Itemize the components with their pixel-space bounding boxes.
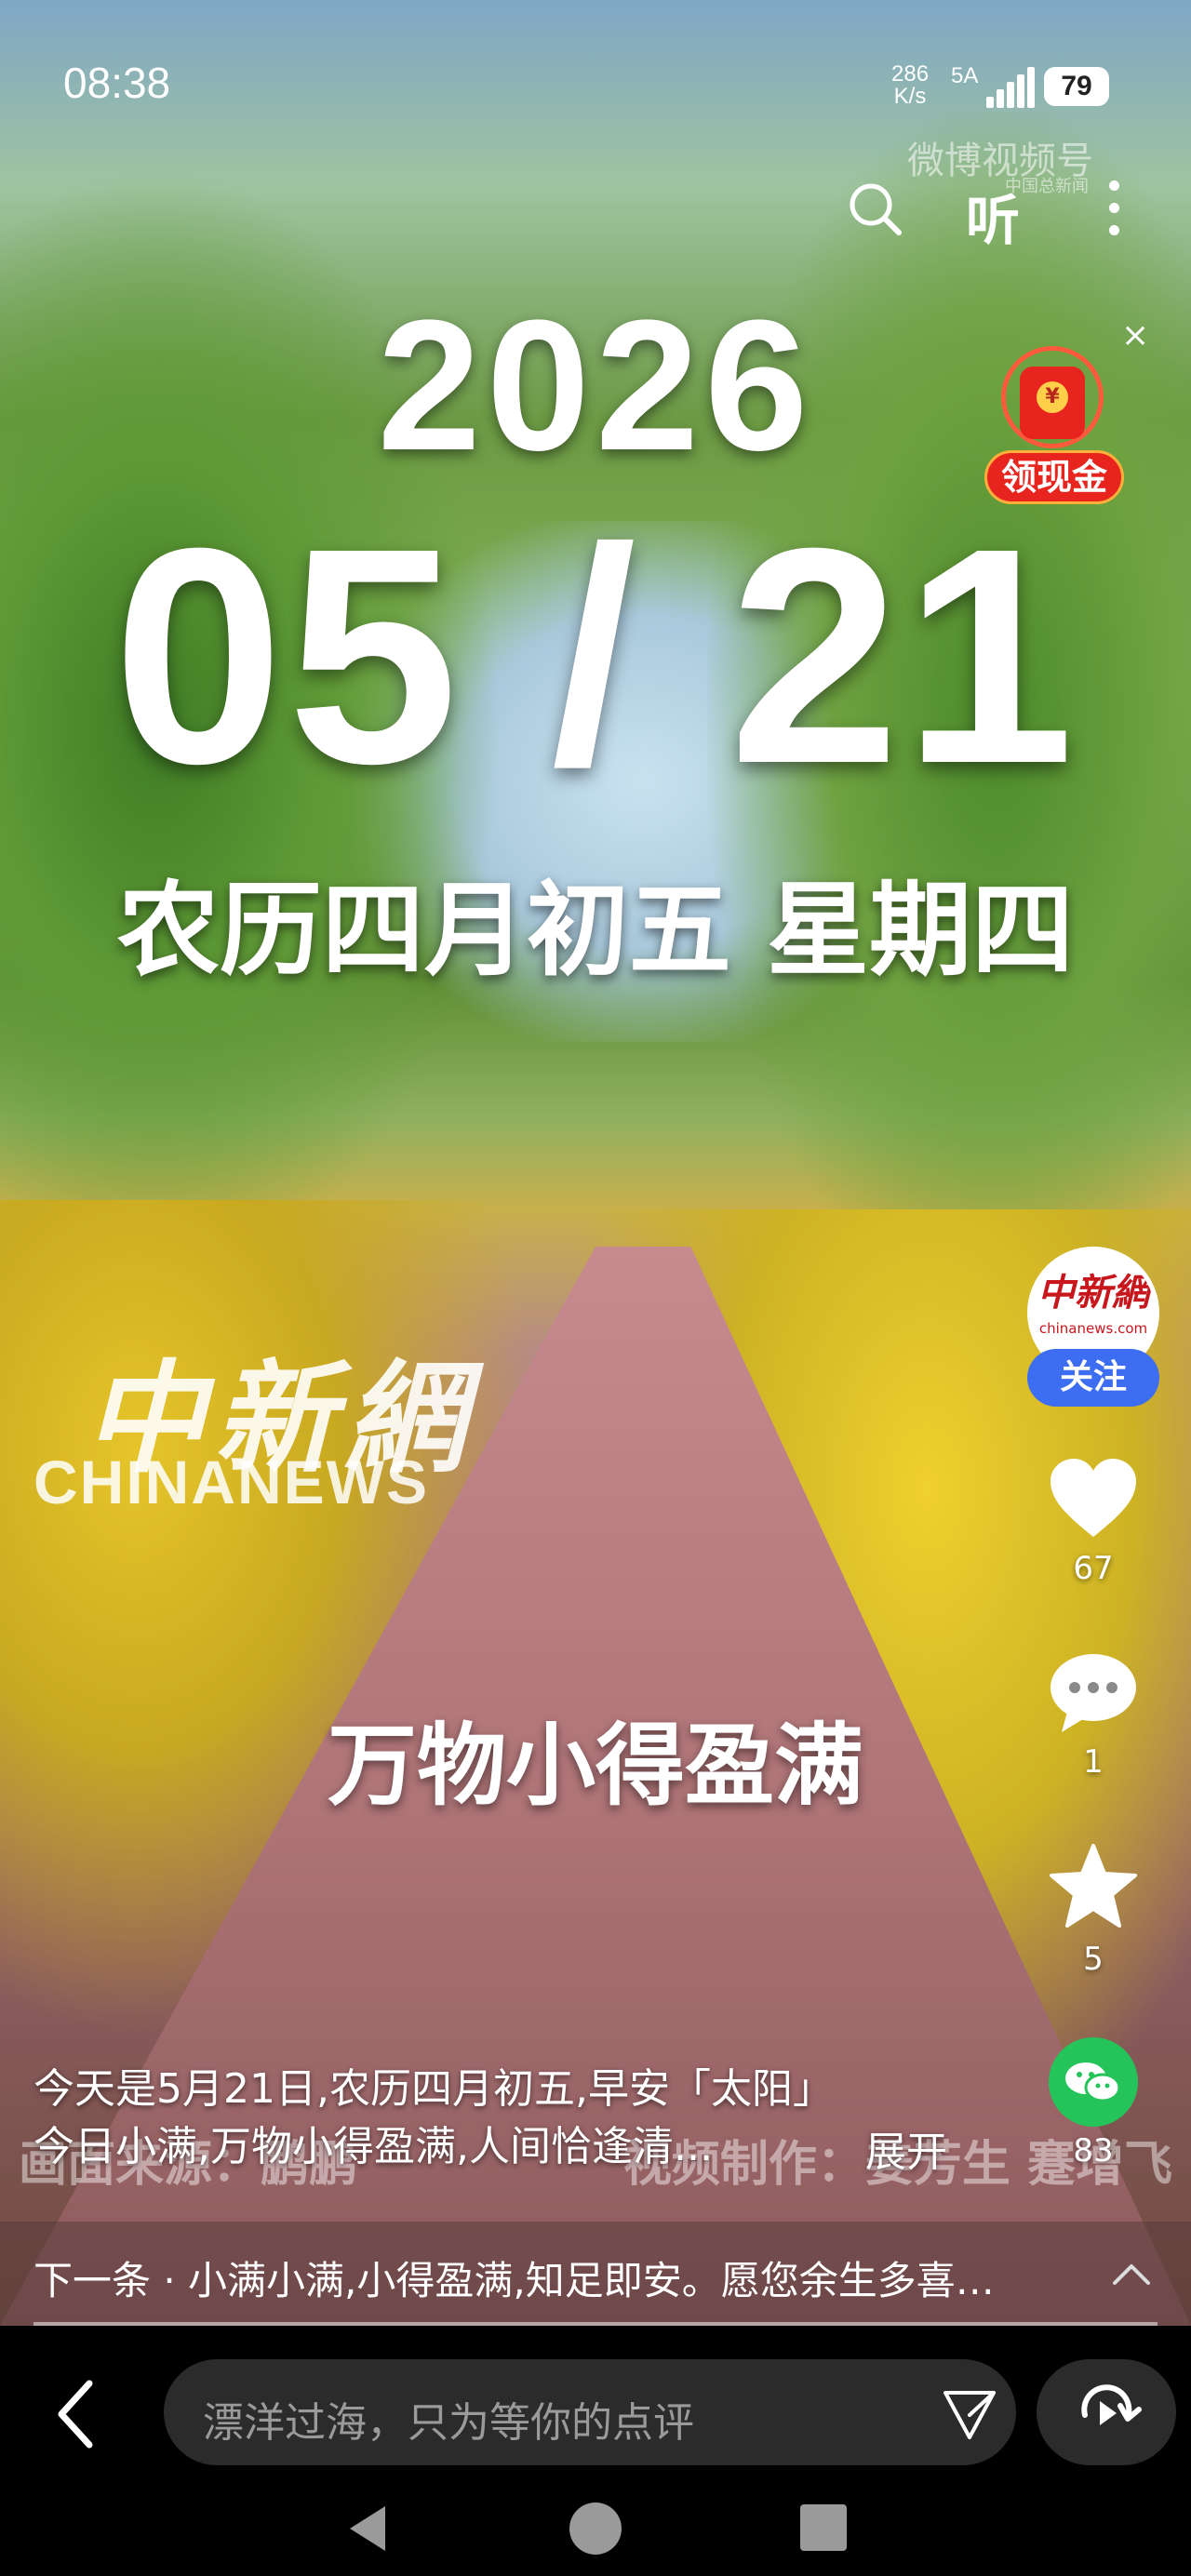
back-icon[interactable]	[47, 2372, 112, 2456]
nav-recents-icon[interactable]	[800, 2504, 847, 2551]
replay-button[interactable]	[1037, 2359, 1176, 2465]
video-date: 05 / 21	[113, 484, 1078, 827]
next-video-title: 下一条 · 小满小满,小得盈满,知足即安。愿您余生多喜…	[33, 2258, 995, 2303]
comment-placeholder: 漂洋过海，只为等你的点评	[203, 2399, 694, 2447]
status-time: 08:38	[63, 59, 171, 107]
video-lunar-date: 农历四月初五 星期四	[116, 871, 1075, 990]
net-speed: 286 K/s	[891, 63, 929, 108]
bottom-bar: 漂洋过海，只为等你的点评	[0, 2326, 1191, 2576]
chevron-up-icon[interactable]	[1109, 2253, 1154, 2298]
network-type: 5A	[951, 63, 979, 88]
favorite-count: 5	[1083, 1941, 1104, 1978]
avatar-logo-cn: 中新網	[1037, 1271, 1149, 1315]
battery-icon: 79	[1044, 67, 1109, 106]
next-video-bar[interactable]: 下一条 · 小满小满,小得盈满,知足即安。愿您余生多喜…	[0, 2222, 1191, 2326]
like-button[interactable]: 67	[1024, 1457, 1163, 1587]
coin-icon: ¥	[1037, 381, 1068, 413]
nav-home-icon[interactable]	[569, 2503, 622, 2555]
net-speed-value: 286	[891, 61, 930, 87]
favorite-button[interactable]: 5	[1024, 1842, 1163, 1978]
description-line-2: 今日小满,万物小得盈满,人间恰逢清...	[33, 2123, 713, 2170]
chinanews-watermark-en: CHINANEWS	[33, 1448, 429, 1516]
like-count: 67	[1073, 1550, 1114, 1587]
description-line-1: 今天是5月21日,农历四月初五,早安「太阳」	[33, 2065, 834, 2113]
expand-button[interactable]: 展开	[865, 2118, 947, 2178]
listen-button[interactable]: 听	[966, 177, 1020, 255]
signal-icon	[986, 67, 1035, 108]
top-actions: 听	[837, 177, 1154, 252]
comment-count: 1	[1083, 1743, 1104, 1781]
share-count: 83	[1073, 2132, 1114, 2169]
replay-icon	[1081, 2384, 1142, 2425]
avatar-logo-en: chinanews.com	[1038, 1320, 1148, 1337]
follow-button[interactable]: 关注	[1027, 1349, 1159, 1407]
system-nav-bar	[0, 2493, 1191, 2576]
video-description[interactable]: 今天是5月21日,农历四月初五,早安「太阳」 今日小满,万物小得盈满,人间恰逢清…	[33, 2061, 964, 2176]
heart-icon	[1050, 1459, 1136, 1537]
red-packet-promo[interactable]: ¥ 领现金	[984, 346, 1124, 514]
close-icon[interactable]: ×	[1121, 316, 1149, 354]
star-icon	[1050, 1844, 1137, 1928]
video-caption: 万物小得盈满	[328, 1714, 863, 1818]
share-wechat-button[interactable]: 83	[1024, 2037, 1163, 2169]
comment-input[interactable]: 漂洋过海，只为等你的点评	[164, 2359, 1016, 2465]
nav-back-icon[interactable]	[344, 2503, 391, 2555]
search-icon[interactable]	[847, 180, 903, 236]
wechat-icon	[1049, 2037, 1138, 2127]
net-speed-unit: K/s	[893, 84, 927, 109]
comment-button[interactable]: 1	[1024, 1650, 1163, 1781]
red-packet-label: 领现金	[984, 450, 1124, 504]
send-icon[interactable]	[942, 2387, 997, 2441]
comment-icon	[1050, 1654, 1136, 1732]
more-icon[interactable]	[1100, 179, 1128, 240]
